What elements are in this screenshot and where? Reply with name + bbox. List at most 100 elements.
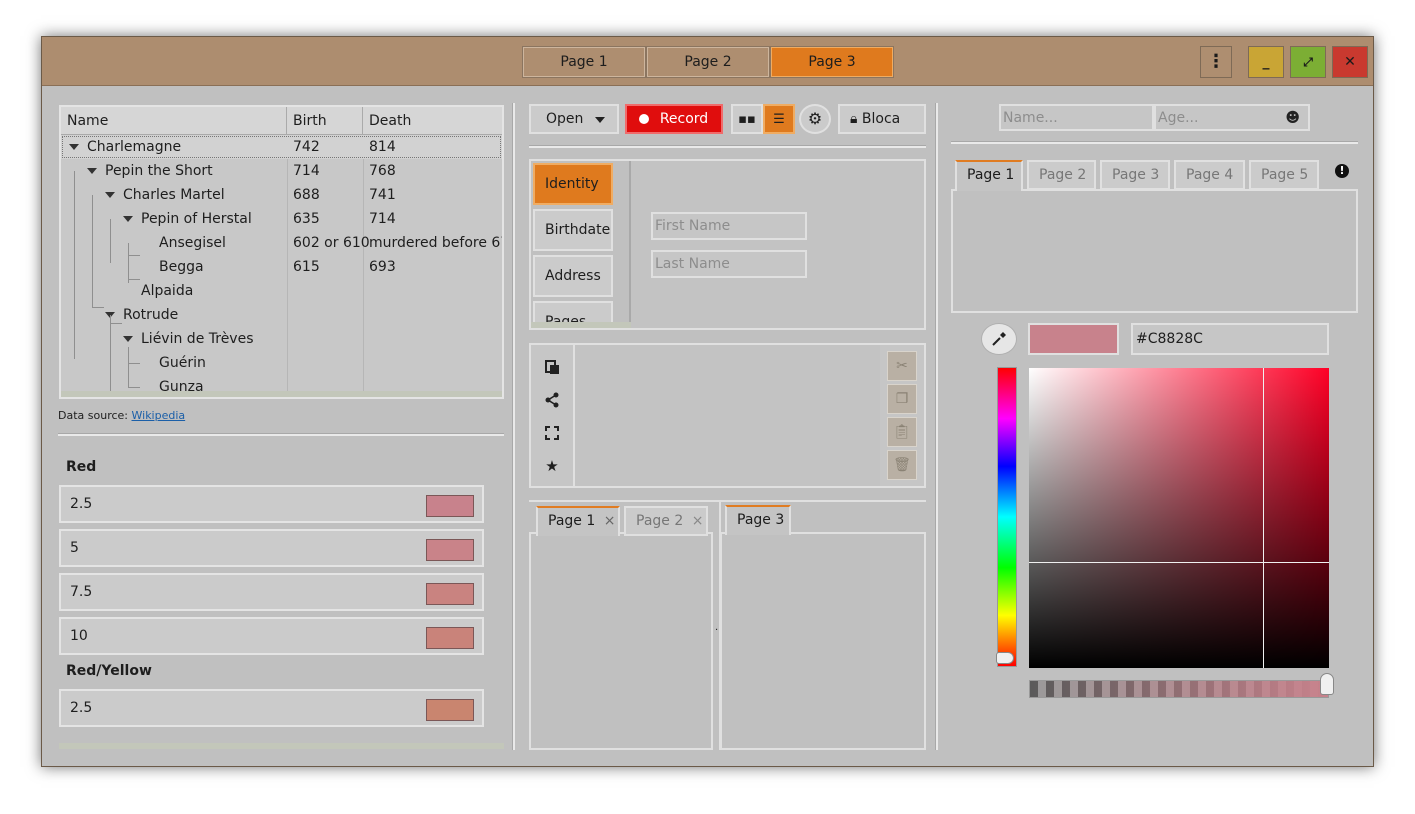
tree-row[interactable]: Rotrude [61,303,502,327]
last-name-field[interactable]: Last Name [651,250,807,278]
minimize-icon: _ [1262,54,1270,70]
list-view-button[interactable]: ☰ [763,104,795,134]
open-dropdown[interactable]: Open [529,104,619,134]
paste-icon[interactable]: 📋︎ [887,417,917,447]
column-header-birth[interactable]: Birth [287,107,363,135]
tree-guide-line [92,307,104,308]
alpha-slider-handle[interactable] [1320,673,1334,695]
eyedropper-button[interactable] [981,323,1017,355]
lock-button[interactable]: 🔒︎ Bloca [838,104,926,134]
tree-birth-cell: 714 [293,163,320,179]
title-tab-page-2[interactable]: Page 2 [646,46,770,78]
tree-death-cell: 693 [369,259,396,275]
color-swatch [426,699,474,721]
expand-arrow-icon[interactable] [87,168,97,174]
maximize-icon: ⤢ [1303,55,1313,69]
palette-item[interactable]: 5 [59,529,484,567]
hue-slider-handle[interactable] [996,652,1014,664]
genealogy-tree: Name Birth Death Charlemagne 742 814 Pepin … [59,105,504,399]
saturation-value-area[interactable] [1029,368,1329,668]
menu-button[interactable]: ⋮ [1200,46,1232,78]
tree-guide-line [128,363,140,364]
lock-label: Bloca [861,111,901,127]
title-tab-page-1[interactable]: Page 1 [522,46,646,78]
tree-header: Name Birth Death [61,107,502,135]
right-tab-page-5[interactable]: Page 5 [1249,160,1319,190]
tree-name-cell: Rotrude [123,307,179,323]
age-input[interactable]: Age... ☻ [1154,104,1310,131]
copy-icon[interactable]: ❐ [887,384,917,414]
first-name-field[interactable]: First Name [651,212,807,240]
trash-icon[interactable]: 🗑︎ [887,450,917,480]
tree-row[interactable]: Charles Martel 688 741 [61,183,502,207]
record-button[interactable]: Record [625,104,723,134]
name-input[interactable]: Name... [999,104,1154,131]
copy-file-icon[interactable] [541,356,563,378]
tree-guide-line [110,219,111,263]
record-label: Record [659,111,709,127]
cut-icon[interactable]: ✂ [887,351,917,381]
right-tab-page-4[interactable]: Page 4 [1174,160,1245,190]
column-header-death[interactable]: Death [363,107,502,135]
wikipedia-link[interactable]: Wikipedia [132,409,186,422]
crosshair-vertical [1263,368,1264,668]
right-tab-page-3[interactable]: Page 3 [1100,160,1170,190]
hue-slider[interactable] [996,367,1017,667]
tab-birthdate[interactable]: Birthdate [533,209,613,251]
palette-item[interactable]: 2.5 [59,689,484,727]
kebab-menu-icon: ⋮ [1207,51,1225,72]
expand-arrow-icon[interactable] [105,192,115,198]
minimize-button[interactable]: _ [1248,46,1284,78]
eyedropper-icon [992,332,1006,346]
close-button[interactable]: ✕ [1332,46,1368,78]
smiley-icon[interactable]: ☻ [1285,106,1300,130]
grid-view-icon: ▪▪ [738,112,756,127]
expand-arrow-icon[interactable] [123,216,133,222]
tree-guide-line [74,331,75,343]
alert-icon[interactable]: ! [1335,164,1349,178]
tree-row[interactable]: Charlemagne 742 814 [61,135,502,159]
chevron-down-icon [595,117,605,123]
star-add-icon[interactable]: ★ [541,455,563,477]
tree-guide-line [92,195,93,287]
palette-group-title: Red/Yellow [66,663,152,679]
tree-birth-cell: 742 [293,139,320,155]
tab-identity[interactable]: Identity [533,163,613,205]
settings-button[interactable]: ⚙ [799,104,831,134]
tree-guide-line [128,255,140,256]
palette-item[interactable]: 7.5 [59,573,484,611]
maximize-button[interactable]: ⤢ [1290,46,1326,78]
open-label: Open [546,111,584,127]
tab-address[interactable]: Address [533,255,613,297]
form-panel: Identity Birthdate Address Pages First N… [529,159,926,330]
split-tabs: · Page 1 × Page 2 × Page 3 [529,500,926,750]
hex-input[interactable]: #C8828C [1131,323,1329,355]
tree-death-cell: murdered before 679 [369,235,504,251]
grid-view-button[interactable]: ▪▪ [731,104,763,134]
tree-row[interactable]: Pepin of Herstal 635 714 [61,207,502,231]
tab-page-2-left[interactable]: Page 2 × [624,506,708,536]
close-tab-icon[interactable]: × [604,513,616,529]
column-header-name[interactable]: Name [61,107,287,135]
right-tab-page-2[interactable]: Page 2 [1027,160,1096,190]
close-icon: ✕ [1344,54,1356,70]
title-tab-page-3[interactable]: Page 3 [770,46,894,78]
fullscreen-icon[interactable] [541,422,563,444]
right-tab-page-1[interactable]: Page 1 [955,160,1023,191]
expand-arrow-icon[interactable] [123,336,133,342]
palette-item[interactable]: 2.5 [59,485,484,523]
record-dot-icon [639,114,649,124]
palette-group-title: Red [66,459,97,475]
palette-item-value: 7.5 [70,584,93,600]
tab-page-3-right[interactable]: Page 3 [725,505,791,535]
color-swatch [426,495,474,517]
tab-page-1-left[interactable]: Page 1 × [536,506,620,536]
palette-item[interactable]: 10 [59,617,484,655]
tree-name-cell: Pepin of Herstal [141,211,252,227]
split-handle[interactable]: · [715,625,718,636]
alpha-slider[interactable] [1029,673,1334,698]
expand-arrow-icon[interactable] [69,144,79,150]
share-icon[interactable] [541,389,563,411]
close-tab-icon[interactable]: × [692,513,704,529]
tree-row[interactable]: Pepin the Short 714 768 [61,159,502,183]
